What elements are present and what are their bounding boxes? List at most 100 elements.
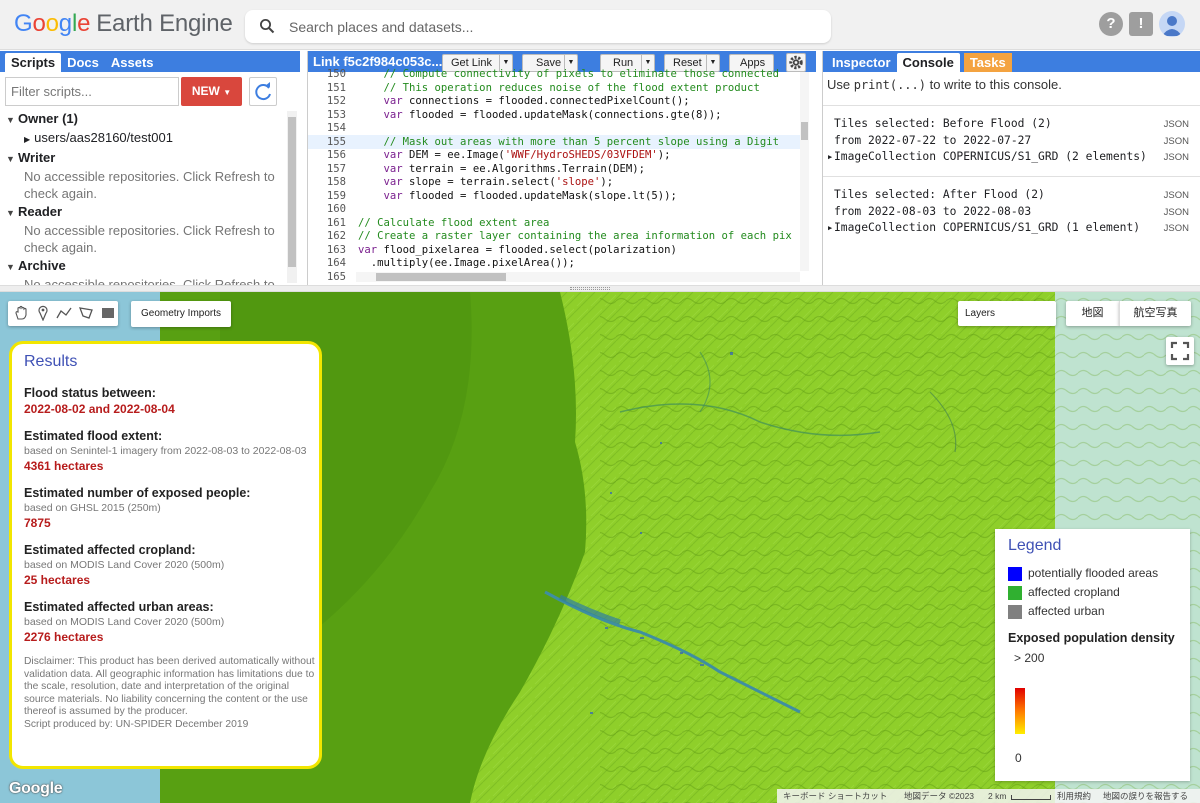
code-line[interactable]: 155 // Mask out areas with more than 5 p… bbox=[308, 134, 800, 149]
google-logo: Google bbox=[9, 780, 63, 797]
drag-handle[interactable] bbox=[570, 287, 610, 290]
code-token: terrain = ee.Algorithms.Terrain(DEM); bbox=[402, 162, 646, 175]
console-hint: Use print(...) to write to this console. bbox=[827, 77, 1062, 92]
scale-label[interactable]: 2 km bbox=[988, 789, 1006, 803]
tab-inspector[interactable]: Inspector bbox=[826, 53, 897, 72]
urban-label: Estimated affected urban areas: bbox=[24, 600, 214, 614]
code-line[interactable]: 150 // Compute connectivity of pixels to… bbox=[308, 67, 800, 81]
code-line[interactable]: 152 var connections = flooded.connectedP… bbox=[308, 94, 800, 108]
script-tree: ▼ Owner (1) ▶ users/aas28160/test001 ▼ Writ… bbox=[6, 109, 284, 285]
code-line[interactable]: 163 var flood_pixelarea = flooded.select(… bbox=[308, 243, 800, 257]
keyboard-shortcuts-link[interactable]: キーボード ショートカット bbox=[783, 789, 887, 803]
legend-panel: Legend potentially flooded areas affecte… bbox=[995, 529, 1190, 781]
user-icon bbox=[1162, 16, 1182, 36]
code-token: // Mask out areas with more than 5 perce… bbox=[383, 135, 779, 148]
tab-assets[interactable]: Assets bbox=[105, 53, 160, 72]
new-button[interactable]: NEW ▼ bbox=[181, 77, 242, 106]
expand-triangle-icon[interactable]: ▶ bbox=[828, 149, 832, 166]
scroll-thumb[interactable] bbox=[801, 122, 808, 140]
tree-section-owner[interactable]: ▼ Owner (1) bbox=[6, 110, 284, 129]
legend-title: Legend bbox=[1008, 537, 1062, 554]
map-type-map[interactable]: 地図 bbox=[1066, 301, 1119, 326]
results-title: Results bbox=[24, 353, 78, 370]
repo-item[interactable]: ▶ users/aas28160/test001 bbox=[6, 129, 284, 148]
code-horizontal-scrollbar[interactable] bbox=[356, 272, 800, 282]
avatar[interactable] bbox=[1159, 11, 1185, 37]
code-line[interactable]: 157 var terrain = ee.Algorithms.Terrain(… bbox=[308, 162, 800, 176]
console-expandable[interactable]: ▶ ImageCollection COPERNICUS/S1_GRD (1 el… bbox=[823, 220, 1200, 237]
tab-console[interactable]: Console bbox=[896, 53, 960, 72]
map-view[interactable]: Geometry Imports Layers 地図 航空写真 Results … bbox=[0, 292, 1200, 803]
code-vertical-scrollbar[interactable] bbox=[800, 72, 809, 271]
console-entry: Tiles selected: Before Flood (2) JSON fro… bbox=[823, 105, 1200, 175]
code-token: // This operation reduces noise of the f… bbox=[383, 81, 760, 94]
layers-button[interactable]: Layers bbox=[958, 301, 1056, 326]
map-data-text: 地図データ ©2023 bbox=[904, 791, 975, 801]
json-link[interactable]: JSON bbox=[1164, 117, 1189, 134]
geometry-imports-button[interactable]: Geometry Imports bbox=[131, 301, 231, 327]
code-line[interactable]: 154 bbox=[308, 121, 800, 135]
hand-icon[interactable] bbox=[13, 305, 29, 321]
code-token: var bbox=[383, 189, 403, 202]
code-token: // Create a raster layer containing the … bbox=[358, 230, 792, 242]
tab-scripts[interactable]: Scripts bbox=[5, 53, 62, 72]
code-line[interactable]: 153 var flooded = flooded.updateMask(con… bbox=[308, 108, 800, 122]
tree-section-writer[interactable]: ▼ Writer bbox=[6, 149, 284, 168]
empty-note: No accessible repositories. Click Refres… bbox=[24, 169, 275, 201]
fullscreen-button[interactable] bbox=[1166, 337, 1194, 365]
json-link[interactable]: JSON bbox=[1164, 188, 1189, 205]
code-line[interactable]: 159 var flooded = flooded.updateMask(slo… bbox=[308, 189, 800, 203]
marker-icon[interactable] bbox=[35, 305, 51, 321]
search-icon bbox=[260, 19, 275, 34]
filter-scripts-input[interactable] bbox=[5, 77, 179, 106]
legend-swatch bbox=[1008, 605, 1022, 619]
density-max: > 200 bbox=[1014, 651, 1045, 665]
rectangle-icon[interactable] bbox=[100, 305, 116, 321]
expand-triangle-icon[interactable]: ▶ bbox=[828, 220, 832, 237]
json-link[interactable]: JSON bbox=[1164, 205, 1189, 222]
search-input[interactable] bbox=[289, 16, 809, 38]
scroll-thumb[interactable] bbox=[376, 273, 506, 281]
empty-note: No accessible repositories. Click Refres… bbox=[24, 277, 275, 285]
feedback-icon[interactable]: ! bbox=[1129, 12, 1153, 36]
report-error-link[interactable]: 地図の誤りを報告する bbox=[1103, 789, 1188, 803]
line-icon[interactable] bbox=[56, 305, 72, 321]
code-token: flooded = flooded.updateMask(connections… bbox=[402, 108, 722, 121]
json-link[interactable]: JSON bbox=[1164, 134, 1189, 151]
refresh-button[interactable] bbox=[249, 77, 277, 106]
map-type-satellite[interactable]: 航空写真 bbox=[1119, 301, 1191, 326]
earth-engine-logo[interactable]: Google Earth Engine bbox=[14, 10, 233, 38]
panel-splitter[interactable] bbox=[0, 285, 1200, 292]
caret-down-icon: ▼ bbox=[223, 88, 232, 97]
code-line[interactable]: 151 // This operation reduces noise of t… bbox=[308, 81, 800, 95]
terms-link[interactable]: 利用規約 bbox=[1057, 789, 1091, 803]
left-scrollbar[interactable] bbox=[287, 111, 297, 283]
line-number: 161 bbox=[326, 216, 346, 229]
code-line[interactable]: 164 .multiply(ee.Image.pixelArea()); bbox=[308, 256, 800, 270]
legend-item-flooded: potentially flooded areas bbox=[1008, 566, 1190, 585]
code-line[interactable]: 160 bbox=[308, 202, 800, 216]
density-color-ramp bbox=[1015, 688, 1025, 734]
help-icon[interactable]: ? bbox=[1099, 12, 1123, 36]
flood-status-label: Flood status between: bbox=[24, 386, 156, 400]
console-line: from 2022-07-22 to 2022-07-27 JSON bbox=[823, 133, 1200, 150]
code-line[interactable]: 156 var DEM = ee.Image('WWF/HydroSHEDS/0… bbox=[308, 148, 800, 162]
console-line: Tiles selected: After Flood (2) JSON bbox=[823, 187, 1200, 204]
code-line[interactable]: 161 // Calculate flood extent area bbox=[308, 216, 800, 230]
density-title: Exposed population density bbox=[1008, 631, 1175, 645]
tree-section-reader[interactable]: ▼ Reader bbox=[6, 203, 284, 222]
code-line[interactable]: 162 // Create a raster layer containing t… bbox=[308, 229, 800, 243]
json-link[interactable]: JSON bbox=[1164, 150, 1189, 167]
tab-tasks[interactable]: Tasks bbox=[963, 53, 1012, 72]
json-link[interactable]: JSON bbox=[1164, 221, 1189, 238]
code-editor[interactable]: 150 // Compute connectivity of pixels to… bbox=[308, 68, 808, 285]
tab-docs[interactable]: Docs bbox=[61, 53, 105, 72]
console-expandable[interactable]: ▶ ImageCollection COPERNICUS/S1_GRD (2 el… bbox=[823, 149, 1200, 166]
code-line[interactable]: 158 var slope = terrain.select('slope'); bbox=[308, 175, 800, 189]
script-credit: Script produced by: UN-SPIDER December 2… bbox=[24, 718, 249, 730]
tree-section-archive[interactable]: ▼ Archive bbox=[6, 257, 284, 276]
polygon-icon[interactable] bbox=[78, 305, 94, 321]
scroll-thumb[interactable] bbox=[288, 117, 296, 267]
